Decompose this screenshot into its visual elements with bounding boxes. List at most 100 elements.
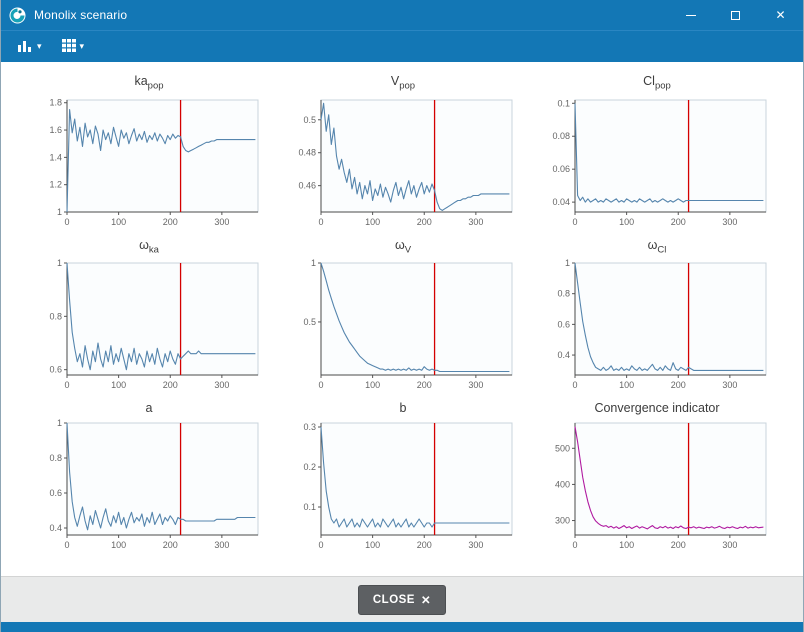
svg-text:1.8: 1.8 [49, 97, 62, 107]
svg-text:0.48: 0.48 [298, 147, 316, 157]
svg-text:0: 0 [318, 217, 323, 227]
chart-cell-convergence_indicator: Convergence indicator 0 100 200 300 300 400 500 [543, 401, 771, 553]
close-button-label: CLOSE [373, 594, 415, 606]
svg-text:200: 200 [671, 217, 686, 227]
chart-cell-omega_V: ωV 0 100 200 300 0.5 1 [289, 238, 517, 394]
svg-text:100: 100 [619, 217, 634, 227]
chart-title: b [400, 401, 407, 415]
svg-text:0: 0 [318, 540, 323, 550]
svg-text:1.2: 1.2 [49, 179, 62, 189]
svg-text:0: 0 [572, 380, 577, 390]
svg-text:0: 0 [572, 217, 577, 227]
svg-text:0.5: 0.5 [303, 317, 316, 327]
svg-text:100: 100 [111, 380, 126, 390]
chart-title: ωCl [648, 238, 667, 256]
chart-title: Clpop [643, 74, 671, 92]
bottom-accent-strip [1, 622, 803, 632]
chart-cell-omega_Cl: ωCl 0 100 200 300 0.4 0.6 0.8 1 [543, 238, 771, 394]
close-button[interactable]: CLOSE ✕ [358, 585, 446, 615]
svg-text:300: 300 [214, 380, 229, 390]
chart-cell-ka_pop: kapop010020030011.21.41.61.8 [35, 74, 263, 230]
svg-text:0.4: 0.4 [49, 523, 62, 533]
chart-cell-omega_ka: ωka01002003000.60.81 [35, 238, 263, 394]
svg-text:200: 200 [417, 540, 432, 550]
svg-text:0.6: 0.6 [49, 365, 62, 375]
minimize-button[interactable] [668, 0, 713, 30]
chart-canvas: 0 100 200 300 0.4 0.6 0.8 1 [543, 257, 771, 393]
svg-text:300: 300 [555, 516, 570, 526]
titlebar-left: Monolix scenario [1, 7, 127, 24]
svg-text:100: 100 [619, 540, 634, 550]
svg-text:0.6: 0.6 [557, 319, 570, 329]
svg-text:0: 0 [572, 540, 577, 550]
svg-text:1: 1 [565, 258, 570, 268]
svg-text:300: 300 [722, 380, 737, 390]
svg-text:1: 1 [311, 258, 316, 268]
monolix-app-icon [9, 7, 26, 24]
chart-canvas: 010020030011.21.41.61.8 [35, 94, 263, 230]
chart-title: kapop [134, 74, 163, 92]
window-title: Monolix scenario [34, 8, 127, 22]
svg-text:1.6: 1.6 [49, 125, 62, 135]
layout-grid-dropdown-button[interactable]: ▾ [55, 35, 92, 59]
svg-text:0.2: 0.2 [303, 462, 316, 472]
caret-down-icon: ▾ [80, 42, 85, 51]
svg-text:100: 100 [365, 380, 380, 390]
svg-text:200: 200 [671, 380, 686, 390]
svg-text:400: 400 [555, 479, 570, 489]
svg-text:0.1: 0.1 [557, 98, 570, 108]
toolbar: ▾ ▾ [1, 30, 803, 62]
svg-text:200: 200 [163, 217, 178, 227]
svg-text:200: 200 [163, 380, 178, 390]
svg-text:100: 100 [111, 217, 126, 227]
grid-icon [62, 39, 76, 55]
titlebar-controls: ✕ [668, 0, 803, 30]
chart-title: ωka [139, 238, 159, 256]
svg-text:0: 0 [64, 217, 69, 227]
svg-text:300: 300 [722, 540, 737, 550]
svg-text:300: 300 [468, 380, 483, 390]
svg-text:1: 1 [57, 418, 62, 428]
svg-text:100: 100 [619, 380, 634, 390]
minimize-icon [686, 15, 696, 16]
charts-grid: kapop010020030011.21.41.61.8Vpop01002003… [1, 62, 803, 576]
svg-text:0: 0 [64, 540, 69, 550]
maximize-button[interactable] [713, 0, 758, 30]
svg-text:0.8: 0.8 [557, 289, 570, 299]
svg-text:1: 1 [57, 258, 62, 268]
svg-text:0.1: 0.1 [303, 502, 316, 512]
svg-text:1.4: 1.4 [49, 152, 62, 162]
monolix-window: Monolix scenario ✕ ▾ [0, 0, 804, 632]
svg-text:0: 0 [318, 380, 323, 390]
chart-canvas: 01002003000.040.060.080.1 [543, 94, 771, 230]
svg-text:200: 200 [417, 380, 432, 390]
svg-text:0.4: 0.4 [557, 350, 570, 360]
svg-text:100: 100 [365, 540, 380, 550]
svg-text:500: 500 [555, 443, 570, 453]
svg-text:300: 300 [214, 217, 229, 227]
svg-text:0.46: 0.46 [298, 180, 316, 190]
svg-text:0.5: 0.5 [303, 114, 316, 124]
svg-text:200: 200 [417, 217, 432, 227]
svg-text:0.06: 0.06 [552, 164, 570, 174]
svg-text:300: 300 [468, 540, 483, 550]
chart-type-dropdown-button[interactable]: ▾ [11, 35, 49, 59]
chart-title: ωV [395, 238, 411, 256]
caret-down-icon: ▾ [37, 42, 42, 51]
chart-cell-Cl_pop: Clpop01002003000.040.060.080.1 [543, 74, 771, 230]
maximize-icon [731, 11, 740, 20]
svg-text:200: 200 [163, 540, 178, 550]
close-window-button[interactable]: ✕ [758, 0, 803, 30]
chart-canvas: 01002003000.60.81 [35, 257, 263, 393]
footer-bar: CLOSE ✕ [1, 576, 803, 622]
bar-chart-icon [18, 39, 33, 55]
chart-title: Vpop [391, 74, 415, 92]
window-titlebar: Monolix scenario ✕ [1, 0, 803, 30]
svg-text:200: 200 [671, 540, 686, 550]
svg-text:300: 300 [468, 217, 483, 227]
svg-text:0.3: 0.3 [303, 422, 316, 432]
svg-text:0.6: 0.6 [49, 488, 62, 498]
chart-title: Convergence indicator [594, 401, 719, 415]
svg-text:300: 300 [722, 217, 737, 227]
chart-canvas: 01002003000.40.60.81 [35, 417, 263, 553]
